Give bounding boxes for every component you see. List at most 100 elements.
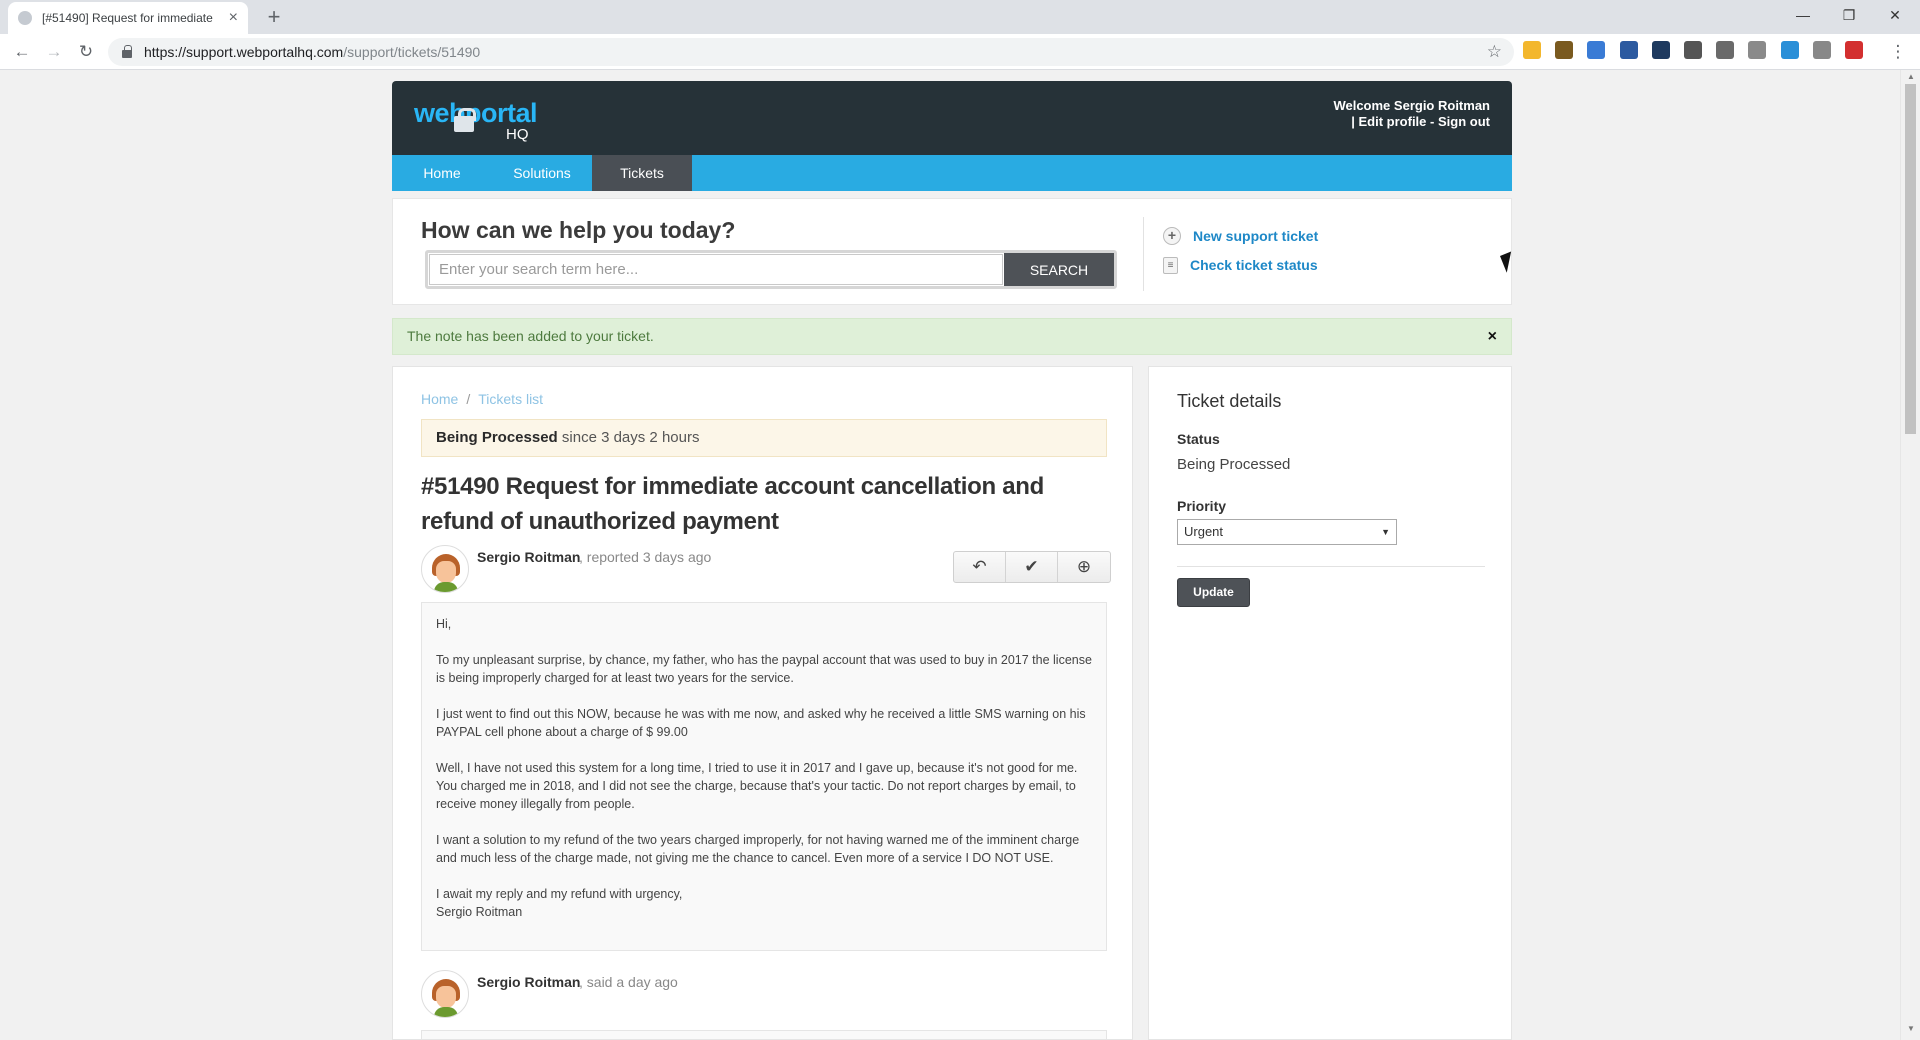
bookmark-star-icon[interactable]: ☆ bbox=[1487, 42, 1502, 62]
extension-icon[interactable] bbox=[1716, 41, 1734, 59]
main-nav: Home Solutions Tickets bbox=[392, 155, 1512, 191]
details-title: Ticket details bbox=[1177, 391, 1282, 411]
scroll-down-icon[interactable]: ▼ bbox=[1905, 1024, 1917, 1036]
restore-button[interactable]: ❐ bbox=[1826, 0, 1872, 30]
message-paragraph: I just went to find out this NOW, becaus… bbox=[436, 707, 1086, 739]
success-alert: The note has been added to your ticket. … bbox=[392, 318, 1512, 355]
browser-toolbar: ← → ↻ https://support.webportalhq.com/su… bbox=[0, 34, 1920, 70]
nav-home[interactable]: Home bbox=[392, 155, 492, 191]
search-input[interactable] bbox=[429, 254, 1003, 285]
extension-icon[interactable] bbox=[1523, 41, 1541, 59]
site-logo[interactable]: webportal HQ bbox=[414, 94, 544, 144]
extension-icon[interactable] bbox=[1684, 41, 1702, 59]
search-panel: How can we help you today? SEARCH + New … bbox=[392, 198, 1512, 305]
extension-icon[interactable] bbox=[1781, 41, 1799, 59]
link-dash: - bbox=[1430, 114, 1435, 129]
reply-author-name: Sergio Roitman bbox=[477, 974, 581, 990]
reply-message bbox=[421, 1030, 1107, 1039]
browser-tabstrip: [#51490] Request for immediate × + — ❐ ✕ bbox=[0, 0, 1920, 34]
reply-author-row: Sergio Roitman , said a day ago bbox=[421, 970, 1111, 1018]
plus-circle-icon: + bbox=[1163, 227, 1181, 245]
sign-out-link[interactable]: Sign out bbox=[1438, 114, 1490, 129]
alert-message: The note has been added to your ticket. bbox=[407, 328, 654, 344]
check-status-link[interactable]: ≡ Check ticket status bbox=[1163, 254, 1318, 276]
reply-icon[interactable]: ↶ bbox=[954, 552, 1006, 582]
back-arrow-icon[interactable]: ← bbox=[8, 38, 36, 66]
new-ticket-link[interactable]: + New support ticket bbox=[1163, 225, 1318, 247]
user-name: Sergio Roitman bbox=[1393, 98, 1490, 113]
document-icon: ≡ bbox=[1163, 256, 1178, 274]
ticket-actions: ↶ ✔ ⊕ bbox=[953, 551, 1111, 583]
resolve-icon[interactable]: ✔ bbox=[1006, 552, 1058, 582]
browser-tab[interactable]: [#51490] Request for immediate × bbox=[8, 2, 248, 34]
priority-select[interactable]: Urgent ▼ bbox=[1177, 519, 1397, 545]
extension-icon[interactable] bbox=[1652, 41, 1670, 59]
welcome-box: Welcome Sergio Roitman | Edit profile - … bbox=[1333, 98, 1490, 130]
logo-lock-icon bbox=[454, 108, 476, 132]
ticket-message: Hi, To my unpleasant surprise, by chance… bbox=[421, 602, 1107, 951]
browser-menu-icon[interactable]: ⋮ bbox=[1884, 38, 1912, 66]
address-bar[interactable]: https://support.webportalhq.com/support/… bbox=[108, 38, 1514, 66]
extension-icon[interactable] bbox=[1813, 41, 1831, 59]
breadcrumb: Home / Tickets list bbox=[421, 391, 543, 407]
nav-solutions[interactable]: Solutions bbox=[492, 155, 592, 191]
breadcrumb-separator: / bbox=[466, 391, 471, 407]
help-heading: How can we help you today? bbox=[421, 217, 736, 243]
logo-hq: HQ bbox=[506, 126, 529, 143]
scroll-up-icon[interactable]: ▲ bbox=[1905, 72, 1917, 84]
close-icon[interactable]: × bbox=[1488, 319, 1497, 354]
nav-tickets[interactable]: Tickets bbox=[592, 155, 692, 191]
ticket-author-row: Sergio Roitman , reported 3 days ago ↶ ✔… bbox=[421, 545, 1111, 593]
tab-title: [#51490] Request for immediate bbox=[42, 11, 213, 25]
update-button[interactable]: Update bbox=[1177, 578, 1250, 607]
status-banner-since: since 3 days 2 hours bbox=[561, 429, 700, 446]
site-header: webportal HQ Welcome Sergio Roitman | Ed… bbox=[392, 81, 1512, 155]
message-paragraph: To my unpleasant surprise, by chance, my… bbox=[436, 653, 1092, 685]
priority-value: Urgent bbox=[1184, 524, 1224, 539]
message-paragraph: I want a solution to my refund of the tw… bbox=[436, 833, 1080, 865]
extension-icon[interactable] bbox=[1555, 41, 1573, 59]
extension-icon[interactable] bbox=[1620, 41, 1638, 59]
url-host: https://support.webportalhq.com bbox=[144, 44, 344, 60]
tab-close-icon[interactable]: × bbox=[229, 9, 238, 27]
search-box: SEARCH bbox=[425, 250, 1117, 289]
new-tab-button[interactable]: + bbox=[260, 4, 288, 32]
forward-arrow-icon[interactable]: → bbox=[40, 38, 68, 66]
search-button[interactable]: SEARCH bbox=[1004, 253, 1114, 286]
ticket-details-card: Ticket details Status Being Processed Pr… bbox=[1148, 366, 1512, 1040]
minimize-button[interactable]: — bbox=[1780, 0, 1826, 30]
ticket-card: Home / Tickets list Being Processed since … bbox=[392, 366, 1133, 1040]
scroll-thumb[interactable] bbox=[1905, 84, 1916, 434]
reload-icon[interactable]: ↻ bbox=[72, 38, 100, 66]
extension-icon[interactable] bbox=[1587, 41, 1605, 59]
author-name: Sergio Roitman bbox=[477, 549, 581, 565]
message-paragraph: Hi, bbox=[436, 617, 452, 631]
close-window-button[interactable]: ✕ bbox=[1872, 0, 1918, 30]
lock-icon bbox=[122, 45, 132, 58]
edit-profile-link[interactable]: Edit profile bbox=[1359, 114, 1427, 129]
panel-divider bbox=[1143, 217, 1144, 291]
ticket-title: #51490 Request for immediate account can… bbox=[421, 473, 1044, 535]
message-paragraph: Well, I have not used this system for a … bbox=[436, 761, 1078, 811]
breadcrumb-home[interactable]: Home bbox=[421, 391, 458, 407]
check-status-label: Check ticket status bbox=[1190, 257, 1318, 273]
status-label: Status bbox=[1177, 431, 1220, 447]
priority-label: Priority bbox=[1177, 498, 1227, 514]
extension-icon[interactable] bbox=[1748, 41, 1766, 59]
breadcrumb-tickets-list[interactable]: Tickets list bbox=[478, 391, 543, 407]
message-paragraph: I await my reply and my refund with urge… bbox=[436, 887, 683, 919]
reply-meta: , said a day ago bbox=[579, 974, 678, 990]
add-person-icon[interactable]: ⊕ bbox=[1058, 552, 1110, 582]
extension-icon[interactable] bbox=[1845, 41, 1863, 59]
status-value: Being Processed bbox=[1177, 456, 1291, 473]
status-banner: Being Processed since 3 days 2 hours bbox=[421, 419, 1107, 457]
welcome-separator: | bbox=[1351, 114, 1355, 129]
avatar bbox=[421, 970, 469, 1018]
page-scrollbar[interactable]: ▲ ▼ bbox=[1900, 70, 1920, 1040]
chevron-down-icon: ▼ bbox=[1381, 527, 1390, 537]
divider bbox=[1177, 566, 1485, 567]
status-banner-state: Being Processed bbox=[436, 429, 558, 446]
author-meta: , reported 3 days ago bbox=[579, 549, 712, 565]
avatar bbox=[421, 545, 469, 593]
new-ticket-label: New support ticket bbox=[1193, 228, 1319, 244]
